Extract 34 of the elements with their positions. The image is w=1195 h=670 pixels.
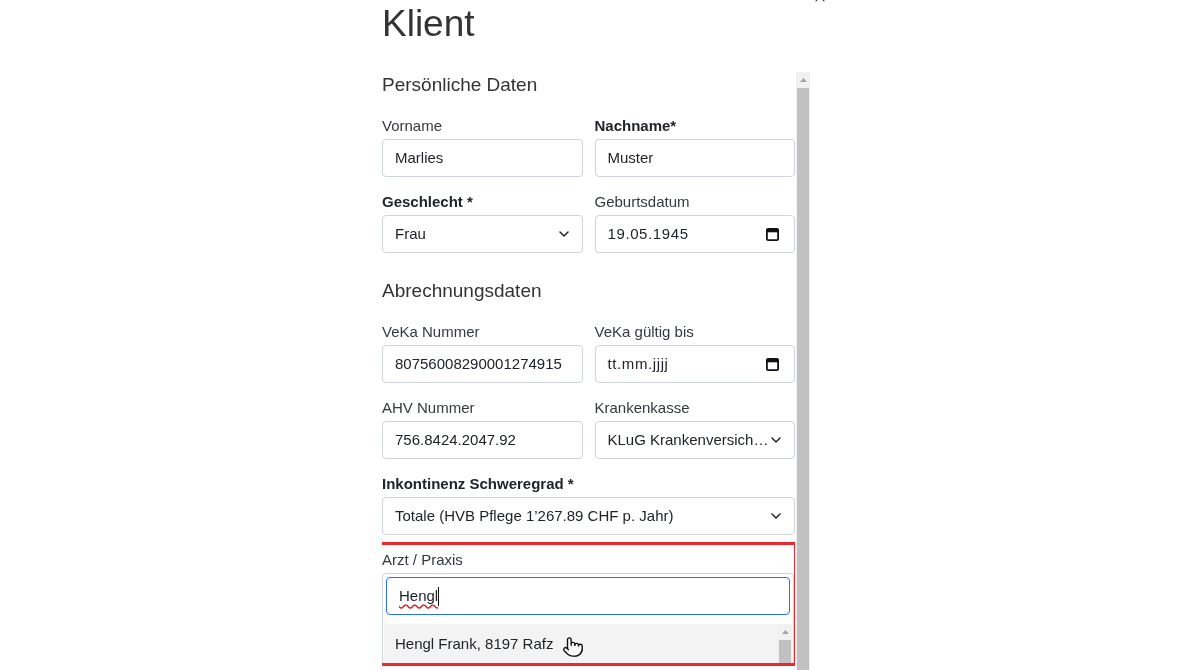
field-label: VeKa Nummer [382,322,481,342]
text-input[interactable]: 756.8424.2047.92 [382,421,583,459]
select-dropdown[interactable]: KLuG Krankenversich… [594,421,795,459]
field-label: Geschlecht * [382,192,474,212]
field-label: Arzt / Praxis [382,550,464,570]
calendar-icon[interactable] [766,357,779,371]
hand-pointer-icon [562,636,584,658]
select-dropdown[interactable]: Frau [382,215,583,253]
field-label: Nachname* [594,116,678,136]
section-heading: Persönliche Daten [382,73,539,97]
date-input[interactable]: tt.mm.jjjj [594,345,795,383]
select-dropdown[interactable]: Totale (HVB Pflege 1’267.89 CHF p. Jahr) [382,497,795,535]
scrollbar[interactable] [796,72,810,670]
section-heading: Abrechnungsdaten [382,279,543,303]
field-label: Krankenkasse [594,398,691,418]
text-input[interactable]: 80756008290001274915 [382,345,583,383]
text-input[interactable]: Marlies [382,139,583,177]
dialog-title: Klient [382,2,475,46]
field-label: Inkontinenz Schweregrad * [382,474,575,494]
text-cursor-icon [438,586,440,606]
scrollbar-thumb[interactable] [797,88,809,670]
search-field[interactable]: Hengl [386,577,790,615]
calendar-icon[interactable] [766,227,779,241]
date-input[interactable]: 19.05.1945 [594,215,795,253]
field-label: Vorname [382,116,444,136]
scrollbar-thumb[interactable] [779,640,791,664]
scroll-up-arrow-icon[interactable] [781,630,789,634]
suggestion-option[interactable]: Hengl Frank, 8197 Rafz [384,624,778,664]
field-label: VeKa gültig bis [594,322,695,342]
field-label: Geburtsdatum [594,192,691,212]
scroll-up-arrow-icon[interactable] [799,78,807,82]
text-input[interactable]: Muster [594,139,795,177]
list-scrollbar[interactable] [778,624,792,664]
field-label: AHV Nummer [382,398,476,418]
